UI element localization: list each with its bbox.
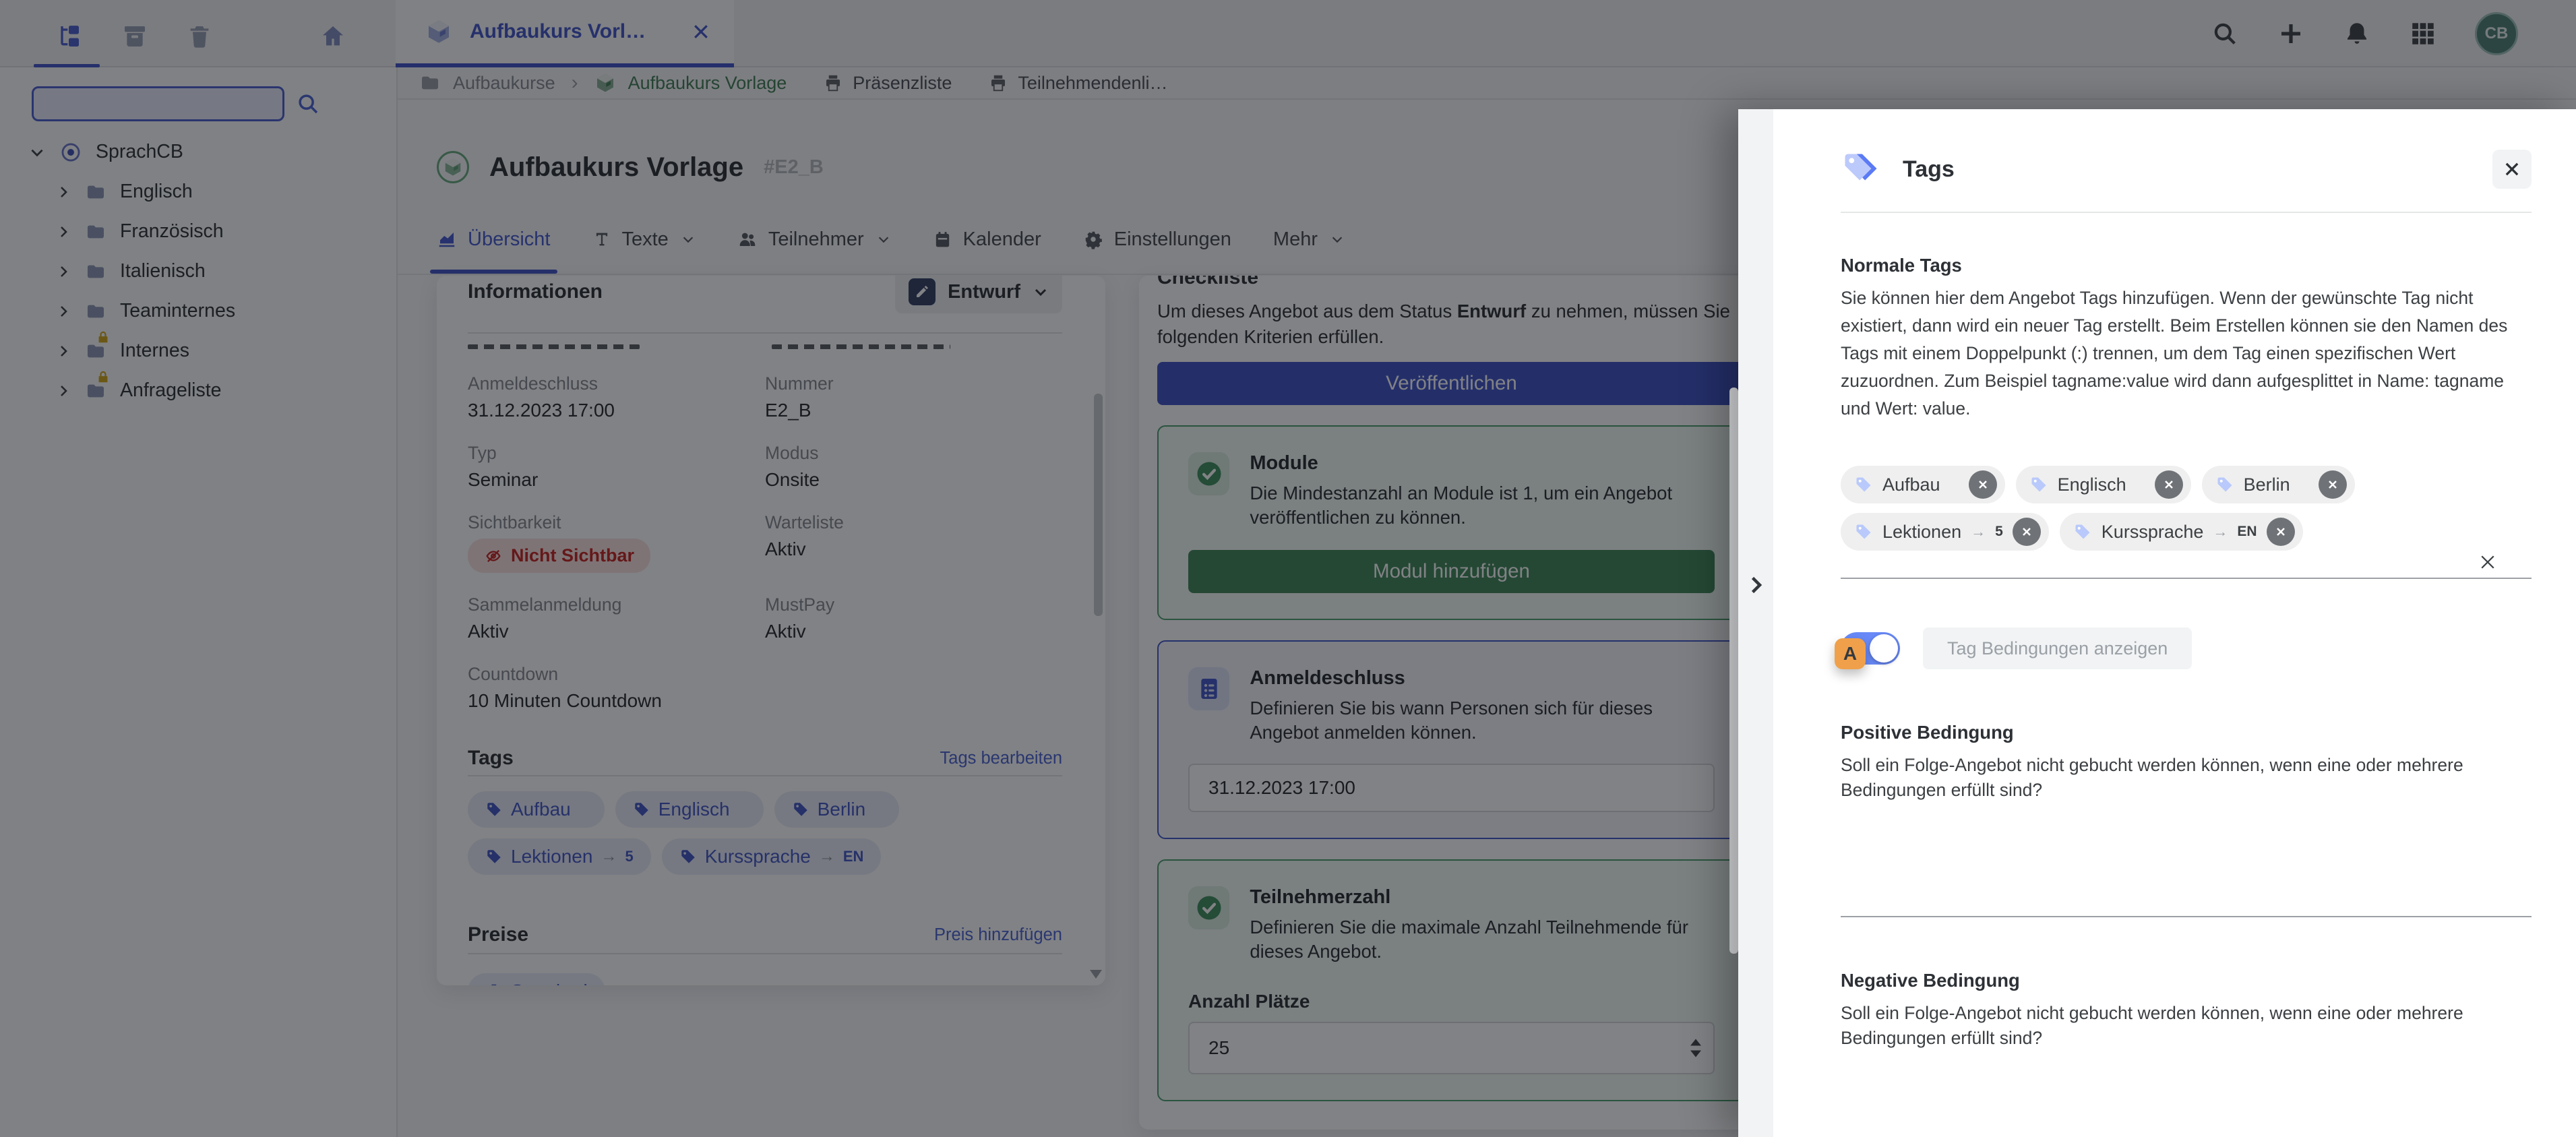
remove-tag-button[interactable] [2154,470,2183,499]
remove-tag-button[interactable] [1968,470,1997,499]
chip-label: Lektionen [1882,521,1962,542]
panel-collapse-rail [1738,109,1773,1137]
remove-tag-button[interactable] [2012,518,2041,546]
positive-condition-heading: Positive Bedingung [1841,722,2014,743]
tag-icon [2215,475,2234,494]
chip-value: 5 [1995,524,2003,539]
section-description: Sie können hier dem Angebot Tags hinzufü… [1841,288,2508,419]
tag-chip: Kurssprache → EN [2059,513,2303,551]
remove-tag-button[interactable] [2266,518,2295,546]
chip-label: Berlin [2243,474,2290,495]
panel-body: Tags Normale Tags Sie können hier dem An… [1773,109,2576,1137]
tag-chip: Berlin [2201,466,2355,503]
chip-label: Kurssprache [2101,521,2204,542]
app-window: Aufbaukurs Vorl… CB Aufbaukurse [0,0,2576,1137]
chip-value: EN [2237,524,2257,539]
collapse-panel-chevron-icon[interactable] [1744,573,1768,597]
tag-input-underline[interactable] [1841,551,2532,579]
tags-panel: Tags Normale Tags Sie können hier dem An… [1738,109,2576,1137]
divider [1841,212,2532,213]
tag-chip: Lektionen → 5 [1841,513,2049,551]
page-scrollbar-thumb[interactable] [1729,388,1738,954]
tag-chip-list: Aufbau Englisch Berlin Lektionen → 5 Kurss… [1841,466,2532,551]
tag-icon [2029,475,2048,494]
negative-condition-question: Soll ein Folge-Angebot nicht gebucht wer… [1841,1003,2463,1048]
positive-condition-underline[interactable] [1841,889,2532,917]
annotation-badge-a: A [1835,638,1866,669]
tag-icon [1854,522,1873,541]
tag-chip: Aufbau [1841,466,2005,503]
toggle-label: Tag Bedingungen anzeigen [1923,627,2192,669]
arrow: → [2213,523,2228,540]
clear-input-icon[interactable] [2478,552,2498,572]
tag-icon [2073,522,2092,541]
close-panel-button[interactable] [2492,150,2532,189]
negative-condition-heading: Negative Bedingung [1841,970,2020,991]
remove-tag-button[interactable] [2318,470,2347,499]
positive-condition-question: Soll ein Folge-Angebot nicht gebucht wer… [1841,755,2463,800]
tag-chip: Englisch [2015,466,2191,503]
section-heading: Normale Tags [1841,255,1962,276]
chip-label: Aufbau [1882,474,1940,495]
panel-title: Tags [1903,156,1955,182]
arrow: → [1971,523,1986,540]
chip-label: Englisch [2057,474,2126,495]
tags-icon [1841,150,1880,189]
tag-icon [1854,475,1873,494]
